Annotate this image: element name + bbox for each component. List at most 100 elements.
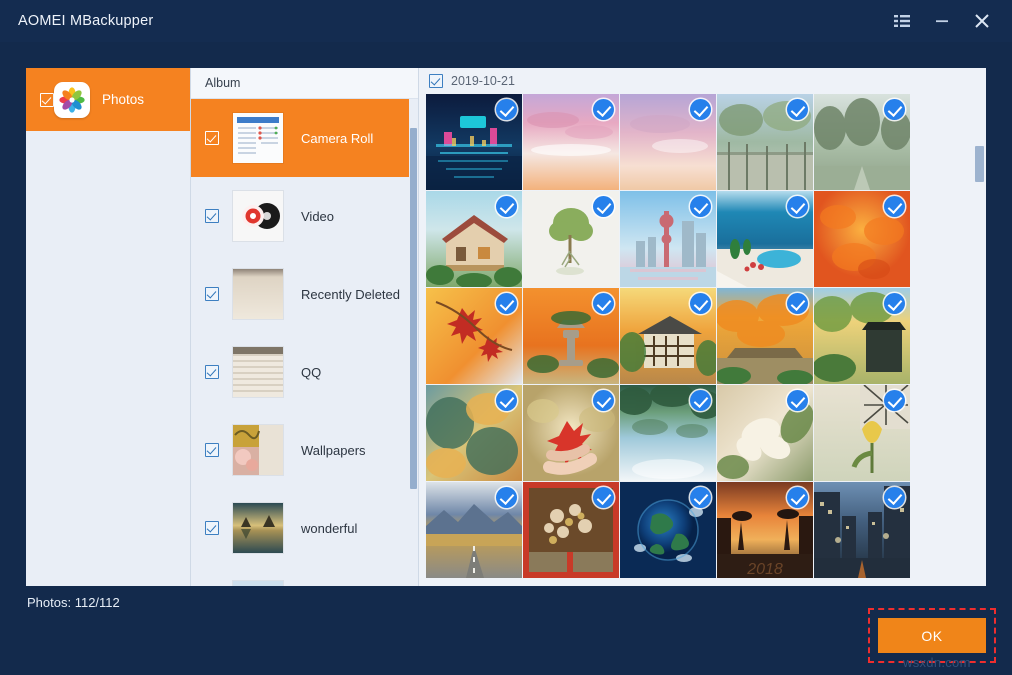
album-thumbnail (233, 503, 283, 553)
album-item-checkbox[interactable] (205, 131, 219, 145)
photo-thumbnail[interactable] (620, 191, 716, 287)
photo-selected-check-icon[interactable] (787, 487, 808, 508)
photo-selected-check-icon[interactable] (690, 196, 711, 217)
album-thumbnail (233, 113, 283, 163)
photo-selected-check-icon[interactable] (593, 99, 614, 120)
photo-selected-check-icon[interactable] (787, 293, 808, 314)
svg-text:2018: 2018 (746, 561, 783, 578)
photo-thumbnail[interactable] (426, 191, 522, 287)
photo-selected-check-icon[interactable] (884, 99, 905, 120)
photo-thumbnail[interactable] (523, 191, 619, 287)
photo-selected-check-icon[interactable] (787, 390, 808, 411)
photo-scrollbar-track[interactable] (975, 68, 984, 586)
photo-selected-check-icon[interactable] (690, 487, 711, 508)
status-text: Photos: 112/112 (27, 595, 120, 610)
album-list[interactable]: Camera Roll Video Recently DeletedQQWallpa… (191, 99, 418, 586)
photo-selected-check-icon[interactable] (884, 487, 905, 508)
sidebar-item-label: Photos (102, 92, 144, 107)
date-group-header[interactable]: 2019-10-21 (419, 68, 986, 94)
title-bar: AOMEI MBackupper (0, 0, 1012, 42)
photo-thumbnail[interactable] (426, 482, 522, 578)
photo-selected-check-icon[interactable] (593, 293, 614, 314)
photo-selected-check-icon[interactable] (787, 196, 808, 217)
photo-selected-check-icon[interactable] (690, 99, 711, 120)
album-item[interactable]: wonderful (191, 489, 418, 567)
content-area: Photos Album Camera Roll Video Recently De… (26, 68, 986, 586)
photo-thumbnail[interactable] (426, 288, 522, 384)
photo-thumbnail[interactable] (717, 288, 813, 384)
app-window: AOMEI MBackupper (0, 0, 1012, 675)
album-item-checkbox[interactable] (205, 287, 219, 301)
app-title: AOMEI MBackupper (18, 13, 153, 29)
photos-checkbox[interactable] (40, 93, 54, 107)
photo-selected-check-icon[interactable] (690, 293, 711, 314)
photo-thumbnail[interactable] (620, 482, 716, 578)
minimize-icon[interactable] (922, 0, 962, 42)
album-thumbnail (233, 347, 283, 397)
album-thumbnail (233, 425, 283, 475)
photo-selected-check-icon[interactable] (787, 99, 808, 120)
photo-thumbnail[interactable] (523, 288, 619, 384)
photo-selected-check-icon[interactable] (593, 196, 614, 217)
album-item[interactable]: Recently Deleted (191, 255, 418, 333)
album-item[interactable]: Wallpapers (191, 411, 418, 489)
album-thumbnail (233, 191, 283, 241)
album-item[interactable]: Video (191, 177, 418, 255)
album-item[interactable] (191, 567, 418, 586)
photos-app-icon (54, 82, 90, 118)
photo-thumbnail[interactable] (523, 385, 619, 481)
photo-thumbnail[interactable] (523, 94, 619, 190)
album-header: Album (191, 68, 418, 99)
photo-thumbnail[interactable] (426, 94, 522, 190)
date-group-label: 2019-10-21 (451, 74, 515, 88)
photo-thumbnail[interactable] (814, 288, 910, 384)
album-item[interactable]: Camera Roll (191, 99, 418, 177)
photo-selected-check-icon[interactable] (884, 196, 905, 217)
photo-selected-check-icon[interactable] (496, 196, 517, 217)
photo-thumbnail[interactable] (814, 94, 910, 190)
album-item-checkbox[interactable] (205, 365, 219, 379)
photo-thumbnail[interactable] (426, 385, 522, 481)
album-item-label: Video (301, 209, 334, 224)
photo-thumbnail[interactable] (814, 482, 910, 578)
photo-selected-check-icon[interactable] (496, 390, 517, 411)
photo-thumbnail[interactable] (620, 94, 716, 190)
album-item-checkbox[interactable] (205, 443, 219, 457)
album-item-label: Camera Roll (301, 131, 373, 146)
date-group-checkbox[interactable] (429, 74, 443, 88)
album-scrollbar-thumb[interactable] (410, 128, 417, 488)
photo-selected-check-icon[interactable] (884, 390, 905, 411)
photo-thumbnail[interactable] (814, 385, 910, 481)
photo-thumbnail[interactable] (620, 288, 716, 384)
sidebar-item-photos[interactable]: Photos (26, 68, 190, 131)
menu-list-icon[interactable] (882, 0, 922, 42)
photo-thumbnail[interactable] (717, 191, 813, 287)
photo-selected-check-icon[interactable] (593, 487, 614, 508)
photo-thumbnail[interactable] (620, 385, 716, 481)
photo-thumbnail[interactable]: 2018 (717, 482, 813, 578)
photo-selected-check-icon[interactable] (496, 293, 517, 314)
watermark: wsxdn.com (903, 655, 971, 670)
album-item[interactable]: QQ (191, 333, 418, 411)
album-panel: Album Camera Roll Video Recently DeletedQQ… (191, 68, 419, 586)
album-item-checkbox[interactable] (205, 521, 219, 535)
photo-thumbnail[interactable] (717, 94, 813, 190)
photo-selected-check-icon[interactable] (884, 293, 905, 314)
photo-thumbnail[interactable] (814, 191, 910, 287)
window-controls (882, 0, 1012, 42)
album-item-label: wonderful (301, 521, 357, 536)
photo-selected-check-icon[interactable] (496, 487, 517, 508)
photo-scrollbar-thumb[interactable] (975, 146, 984, 182)
photo-selected-check-icon[interactable] (593, 390, 614, 411)
photo-selected-check-icon[interactable] (496, 99, 517, 120)
close-icon[interactable] (962, 0, 1002, 42)
photo-thumbnail[interactable] (717, 385, 813, 481)
album-item-checkbox[interactable] (205, 209, 219, 223)
album-thumbnail (233, 581, 283, 586)
ok-button[interactable]: OK (878, 618, 986, 653)
photo-thumbnail[interactable] (523, 482, 619, 578)
album-scrollbar-track[interactable] (409, 99, 418, 586)
photo-selected-check-icon[interactable] (690, 390, 711, 411)
album-thumbnail (233, 269, 283, 319)
photo-grid[interactable]: 2018 (419, 94, 912, 578)
